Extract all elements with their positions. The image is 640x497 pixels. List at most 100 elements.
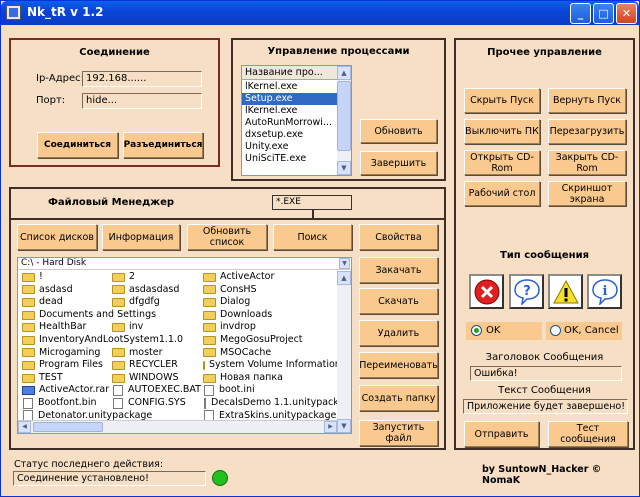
connect-button[interactable]: Соединиться [37,132,118,158]
drive-select[interactable]: C:\ - Hard Disk ▼ [18,258,351,270]
create-folder-button[interactable]: Создать папку [359,385,438,411]
title-bar[interactable]: Nk_tR v 1.2 _ □ ✕ [1,1,639,25]
rename-button[interactable]: Переименовать [359,352,438,378]
properties-button[interactable]: Свойства [359,224,438,250]
folder-item[interactable]: inv [112,321,202,334]
maximize-button[interactable]: □ [593,3,614,24]
process-item[interactable]: lKernel.exe [242,105,337,117]
process-item[interactable]: Unity.exe [242,141,337,153]
folder-item[interactable]: invdrop [203,321,339,334]
app-icon [6,5,21,20]
file-list[interactable]: C:\ - Hard Disk ▼ ! asdasd dead Documents a… [17,257,352,434]
connection-panel: Соединение Ip-Адрес: 192.168...... Порт:… [9,38,220,167]
empty-slot [112,309,202,322]
minimize-button[interactable]: _ [570,3,591,24]
folder-icon [22,335,35,345]
scroll-down-icon[interactable]: ▼ [337,161,351,175]
disconnect-button[interactable]: Разъединиться [123,132,203,158]
folder-item[interactable]: 2 [112,271,202,284]
refresh-list-button[interactable]: Обновить список [187,224,267,250]
refresh-processes-button[interactable]: Обновить [360,119,437,143]
warning-icon[interactable] [548,274,583,309]
folder-item[interactable]: RECYCLER [112,359,202,372]
file-icon [113,397,123,409]
folder-item[interactable]: asdasdasd [112,284,202,297]
folder-icon [22,348,35,358]
reboot-button[interactable]: Перезагрузить [548,119,626,144]
folder-icon [112,348,125,358]
kill-process-button[interactable]: Завершить [360,151,437,175]
shutdown-button[interactable]: Выключить ПК [464,119,540,144]
scroll-right-icon[interactable]: ▶ [324,421,337,433]
radio-ok-cancel-option[interactable]: OK, Cancel [546,322,622,340]
hscroll-thumb[interactable] [33,422,103,432]
file-vscrollbar[interactable]: ▲ ▼ [337,271,351,433]
process-item[interactable]: lKernel.exe [242,81,337,93]
run-file-button[interactable]: Запустить файл [359,420,438,446]
file-scroll-up-icon[interactable]: ▲ [337,271,351,285]
message-header-input[interactable]: Ошибка! [470,366,622,381]
folder-item[interactable]: WINDOWS [112,372,202,385]
test-message-button[interactable]: Тест сообщения [548,421,628,447]
file-name: moster [129,346,163,358]
scroll-thumb[interactable] [337,81,351,151]
folder-item[interactable]: ActiveActor [203,271,339,284]
delete-button[interactable]: Удалить [359,320,438,346]
message-text-input[interactable]: Приложение будет завершено! [463,399,628,414]
drive-dropdown-icon[interactable]: ▼ [339,258,350,269]
screenshot-button[interactable]: Скриншот экрана [548,181,626,206]
port-input[interactable]: hide... [82,93,202,109]
folder-item[interactable]: MSOCache [203,347,339,360]
radio-ok[interactable] [471,325,482,336]
file-item[interactable]: CONFIG.SYS [112,397,202,410]
file-scroll-down-icon[interactable]: ▼ [337,419,351,433]
process-item[interactable]: AutoRunMorrowi... [242,117,337,129]
radio-ok-cancel[interactable] [550,325,561,336]
process-item[interactable]: dxsetup.exe [242,129,337,141]
file-hscrollbar[interactable]: ◀ ▶ [18,420,337,433]
file-item[interactable]: DecalsDemo 1.1.unitypackage [203,397,339,410]
file-name: Bootfont.bin [38,396,97,408]
folder-item[interactable]: MegoGosuProject [203,334,339,347]
process-item[interactable]: UniSciTE.exe [242,153,337,165]
file-manager-panel: Файловый Менеджер *.EXE Список дисков Инф… [9,187,446,450]
folder-item[interactable]: Dialog [203,296,339,309]
folder-icon [203,348,216,358]
send-message-button[interactable]: Отправить [464,421,539,447]
folder-item[interactable]: Downloads [203,309,339,322]
process-column-header[interactable]: Название про... [242,66,337,80]
search-button[interactable]: Поиск [273,224,352,250]
drive-path: C:\ - Hard Disk [21,258,87,268]
file-filter-input[interactable]: *.EXE [272,195,352,210]
folder-item[interactable]: ConsHS [203,284,339,297]
close-cdrom-button[interactable]: Закрыть CD-Rom [548,150,626,175]
folder-item[interactable]: dfgdfg [112,296,202,309]
error-icon[interactable] [469,274,504,309]
list-drives-button[interactable]: Список дисков [17,224,97,250]
process-list[interactable]: Название про... lKernel.exe Setup.exe lKer… [241,65,352,176]
hide-start-button[interactable]: Скрыть Пуск [464,88,540,113]
upload-button[interactable]: Закачать [359,257,438,283]
folder-item[interactable]: System Volume Information [203,359,339,372]
open-cdrom-button[interactable]: Открыть CD-Rom [464,150,540,175]
scroll-up-icon[interactable]: ▲ [337,66,351,80]
restore-start-button[interactable]: Вернуть Пуск [548,88,626,113]
process-item[interactable]: Setup.exe [242,93,337,105]
file-name: System Volume Information [209,359,339,371]
close-button[interactable]: ✕ [616,3,637,24]
ip-address-input[interactable]: 192.168...... [82,71,202,87]
process-scrollbar[interactable]: ▲ ▼ [337,66,351,175]
folder-item[interactable]: moster [112,347,202,360]
folder-item[interactable]: Новая папка [203,372,339,385]
scroll-left-icon[interactable]: ◀ [18,421,31,433]
folder-icon [22,272,35,282]
file-item[interactable]: AUTOEXEC.BAT [112,384,202,397]
file-item[interactable]: boot.ini [203,384,339,397]
desktop-button[interactable]: Рабочий стол [464,181,540,206]
info-icon[interactable]: i [587,274,622,309]
question-icon[interactable]: ? [509,274,544,309]
download-button[interactable]: Скачать [359,288,438,314]
info-button[interactable]: Информация [102,224,180,250]
radio-ok-option[interactable]: OK [466,322,542,340]
process-title: Управление процессами [267,46,410,57]
